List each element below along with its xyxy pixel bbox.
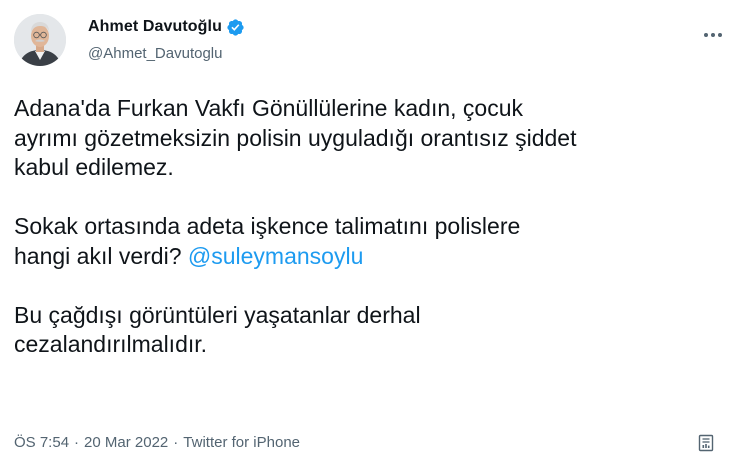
- tweet-line: Adana'da Furkan Vakfı Gönüllülerine kadı…: [14, 95, 523, 121]
- tweet-card: Ahmet Davutoğlu @Ahmet_Davutoglu Adana'd…: [0, 0, 740, 475]
- meta-separator: ·: [173, 433, 179, 451]
- more-options-icon[interactable]: [702, 24, 724, 46]
- tweet-paragraph: Adana'da Furkan Vakfı Gönüllülerine kadı…: [14, 94, 714, 183]
- tweet-line: kabul edilemez.: [14, 154, 174, 180]
- tweet-line: ayrımı gözetmeksizin polisin uyguladığı …: [14, 124, 577, 151]
- display-name[interactable]: Ahmet Davutoğlu: [88, 18, 222, 36]
- user-handle[interactable]: @Ahmet_Davutoglu: [88, 45, 245, 63]
- tweet-line: hangi akıl verdi? @suleymansoylu: [14, 242, 714, 272]
- tweet-paragraph: Sokak ortasında adeta işkence talimatını…: [14, 212, 714, 271]
- tweet-source[interactable]: Twitter for iPhone: [183, 434, 300, 451]
- tweet-line: Sokak ortasında adeta işkence talimatını…: [14, 213, 521, 239]
- more-dot: [718, 33, 722, 37]
- more-dot: [711, 33, 715, 37]
- tweet-meta: ÖS 7:54 · 20 Mar 2022 · Twitter for iPho…: [14, 432, 300, 452]
- avatar[interactable]: [14, 14, 66, 66]
- tweet-analytics-icon[interactable]: [696, 433, 716, 453]
- tweet-line: cezalandırılmalıdır.: [14, 331, 208, 357]
- author-info: Ahmet Davutoğlu @Ahmet_Davutoglu: [88, 16, 245, 63]
- tweet-date[interactable]: 20 Mar 2022: [84, 434, 168, 451]
- avatar-image: [14, 14, 66, 66]
- mention-link[interactable]: @suleymansoylu: [188, 243, 363, 269]
- tweet-line: Bu çağdışı görüntüleri yaşatanlar derhal: [14, 301, 421, 328]
- verified-badge-icon: [227, 18, 244, 36]
- name-row: Ahmet Davutoğlu: [88, 16, 245, 38]
- tweet-line-text: hangi akıl verdi?: [14, 242, 188, 269]
- meta-separator: ·: [74, 433, 80, 451]
- tweet-paragraph: Bu çağdışı görüntüleri yaşatanlar derhal…: [14, 301, 714, 360]
- tweet-time[interactable]: ÖS 7:54: [14, 434, 69, 451]
- tweet-text: Adana'da Furkan Vakfı Gönüllülerine kadı…: [14, 94, 714, 360]
- more-dot: [704, 33, 708, 37]
